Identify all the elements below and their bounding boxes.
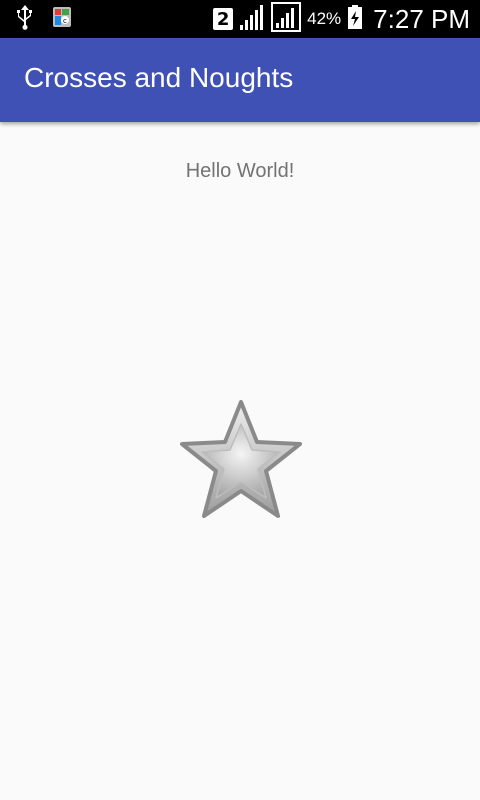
app-notification-icon: c (50, 4, 74, 34)
battery-icon (347, 4, 363, 34)
svg-text:c: c (63, 17, 67, 25)
battery-percent: 42% (307, 9, 342, 28)
app-bar: Crosses and Noughts (0, 38, 480, 122)
hello-text: Hello World! (185, 160, 295, 182)
signal-icon (239, 3, 265, 35)
clock: 7:27 PM (373, 3, 470, 34)
status-bar: c 2 42% 7:27 PM (0, 0, 480, 38)
signal-icon (271, 2, 302, 36)
usb-icon (14, 4, 36, 34)
system-status-area: 2 42% 7:27 PM (213, 0, 470, 38)
sim-slot-badge: 2 (213, 8, 234, 30)
app-title: Crosses and Noughts (24, 62, 294, 93)
star-icon (180, 400, 302, 518)
star-button[interactable] (176, 398, 306, 524)
notification-area: c (14, 0, 74, 38)
